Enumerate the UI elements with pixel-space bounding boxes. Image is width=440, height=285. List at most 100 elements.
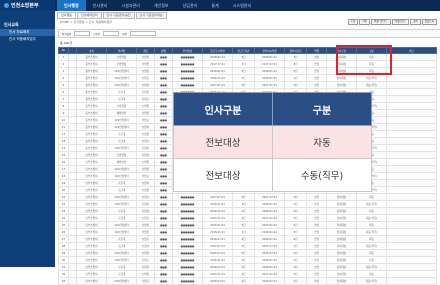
tab-placement[interactable]: 인사배치관리 bbox=[77, 12, 102, 19]
callout-row: 전보대상 수동(직무) bbox=[173, 158, 372, 192]
row-checkbox[interactable] bbox=[68, 102, 77, 110]
table-cell: 구조대 bbox=[106, 130, 137, 138]
table-row[interactable]: 27 남부소방서 구조대 소방교 ●●● ●●●●●● 2016.07.01 4년 2016.0… bbox=[58, 235, 437, 243]
excel-download-button[interactable]: 엑셀다운로드 bbox=[370, 19, 391, 25]
callout-header-category: 구분 bbox=[272, 92, 372, 126]
row-checkbox[interactable] bbox=[68, 193, 77, 201]
row-checkbox[interactable] bbox=[68, 109, 77, 117]
row-checkbox[interactable] bbox=[68, 67, 77, 75]
table-cell: 16 bbox=[58, 158, 69, 166]
record-count: 총 200건 bbox=[60, 41, 73, 45]
table-cell: ●●● bbox=[154, 144, 173, 152]
row-checkbox[interactable] bbox=[68, 256, 77, 264]
table-cell: 24 bbox=[58, 214, 69, 222]
row-checkbox[interactable] bbox=[68, 95, 77, 103]
row-checkbox[interactable] bbox=[68, 228, 77, 236]
row-checkbox[interactable] bbox=[68, 165, 77, 173]
table-cell bbox=[386, 235, 437, 243]
table-row[interactable]: 32 남부소방서 구급대 소방장 ●●● ●●●●●● 2017.01.01 3년 2017.0… bbox=[58, 270, 437, 278]
row-checkbox[interactable] bbox=[68, 137, 77, 145]
bulk-register-button[interactable]: 일괄등록 bbox=[421, 19, 437, 25]
row-checkbox[interactable] bbox=[68, 130, 77, 138]
table-cell: 남부소방서 bbox=[76, 235, 107, 243]
filter-select-order[interactable] bbox=[74, 31, 91, 36]
table-cell: ●●●●●● bbox=[172, 221, 203, 229]
table-row[interactable]: 25 남부소방서 119안전센터 소방사 ●●● ●●●●●● 2015.01.01 5년 20… bbox=[58, 221, 437, 229]
row-checkbox[interactable] bbox=[68, 235, 77, 243]
row-checkbox[interactable] bbox=[68, 172, 77, 180]
table-row[interactable]: 33 남부소방서 119안전센터 소방교 ●●● ●●●●●● 2016.07.01 4년 20… bbox=[58, 277, 437, 285]
row-checkbox[interactable] bbox=[68, 74, 77, 82]
nav-item-counsel[interactable]: 상담관리 bbox=[176, 0, 205, 11]
app-title: 인천소방본부 bbox=[11, 3, 39, 9]
callout-table: 인사구분 구분 전보대상 자동 전보대상 수동(직무) bbox=[173, 92, 372, 192]
table-cell: 남부소방서 bbox=[76, 228, 107, 236]
table-row[interactable]: 29 남부소방서 119안전센터 소방장 ●●● ●●●●●● 2015.07.01 5년 20… bbox=[58, 249, 437, 257]
nav-item-system[interactable]: 시스템관리 bbox=[226, 0, 258, 11]
nav-item-hr-admin[interactable]: 인사행정 bbox=[57, 0, 86, 11]
row-checkbox[interactable] bbox=[68, 81, 77, 89]
highlight-box bbox=[336, 45, 392, 75]
row-checkbox[interactable] bbox=[68, 144, 77, 152]
table-row[interactable]: 31 남부소방서 구조대 소방사 ●●● ●●●●●● 2018.01.01 3년 2018.0… bbox=[58, 263, 437, 271]
table-cell: 소방장 bbox=[136, 270, 155, 278]
table-cell: 26 bbox=[58, 228, 69, 236]
nav-item-stats[interactable]: 통계 bbox=[204, 0, 225, 11]
row-checkbox[interactable] bbox=[68, 116, 77, 124]
filter-select-workplace[interactable] bbox=[103, 31, 120, 36]
tab-criteria[interactable]: 인사 기준관리/승진 bbox=[102, 12, 135, 19]
table-row[interactable]: 30 남부소방서 119안전센터 소방교 ●●● ●●●●●● 2016.01.01 4년 20… bbox=[58, 256, 437, 264]
tab-target[interactable]: 인사 기준관리대상 bbox=[135, 12, 167, 19]
table-cell bbox=[386, 228, 437, 236]
row-checkbox[interactable] bbox=[68, 263, 77, 271]
row-checkbox[interactable] bbox=[68, 123, 77, 131]
row-checkbox[interactable] bbox=[68, 270, 77, 278]
row-checkbox[interactable] bbox=[68, 242, 77, 250]
table-row[interactable]: 21 남부소방서 119안전센터 소방교 ●●● ●●●●●● 2017.07.01 3년 20… bbox=[58, 193, 437, 201]
table-row[interactable]: 22 남부소방서 119안전센터 소방사 ●●● ●●●●●● 2018.01.01 3년 20… bbox=[58, 200, 437, 208]
row-checkbox[interactable] bbox=[68, 207, 77, 215]
app-logo[interactable]: 인천소방본부 bbox=[0, 0, 55, 11]
table-row[interactable]: 24 남부소방서 구급대 소방교 ●●● ●●●●●● 2017.01.01 3년 2017.0… bbox=[58, 214, 437, 222]
table-cell: 2018.01.01 bbox=[254, 67, 285, 75]
save-button[interactable]: 저장 bbox=[359, 19, 370, 25]
print-button[interactable]: 출력 bbox=[410, 19, 421, 25]
sidebar-item-placement[interactable]: 인사 자료배치 bbox=[0, 29, 55, 36]
nav-item-personal[interactable]: 개인정보 bbox=[147, 0, 176, 11]
row-checkbox[interactable] bbox=[68, 200, 77, 208]
table-cell bbox=[386, 123, 437, 131]
table-cell: 2017.01.01 bbox=[254, 81, 285, 89]
row-checkbox[interactable] bbox=[68, 88, 77, 96]
nav-item-facility[interactable]: 시설자관리 bbox=[114, 0, 146, 11]
table-cell: 인사대상 bbox=[326, 193, 357, 201]
excel-upload-button[interactable]: 엑셀업로드 bbox=[391, 19, 410, 25]
tab-hr-info[interactable]: 인사정보 bbox=[57, 12, 77, 19]
row-checkbox[interactable] bbox=[68, 221, 77, 229]
table-cell: ●●● bbox=[154, 151, 173, 159]
table-cell: 인사대상 bbox=[326, 221, 357, 229]
table-row[interactable]: 23 남부소방서 구조대 소방장 ●●● ●●●●●● 2016.01.01 4년 2016.0… bbox=[58, 207, 437, 215]
table-row[interactable]: 28 남부소방서 구급대 소방사 ●●● ●●●●●● 2017.07.01 3년 2017.0… bbox=[58, 242, 437, 250]
table-cell bbox=[386, 256, 437, 264]
row-checkbox[interactable] bbox=[68, 158, 77, 166]
nav-item-hr-manage[interactable]: 인사관리 bbox=[86, 0, 115, 11]
row-checkbox[interactable] bbox=[68, 277, 77, 285]
table-row[interactable]: 5 중부소방서 119안전센터 소방사 ●●● ●●●●●● 2017.01.01 3년 201… bbox=[58, 81, 437, 89]
sidebar-item-transfer[interactable]: 인사 적용배치업무 bbox=[0, 36, 55, 43]
search-input[interactable] bbox=[129, 31, 156, 36]
row-checkbox[interactable] bbox=[68, 186, 77, 194]
table-row[interactable]: 4 중부소방서 119안전센터 소방교 ●●● ●●●●●● 2016.01.01 4년 201… bbox=[58, 74, 437, 82]
table-cell: 남부소방서 bbox=[76, 172, 107, 180]
row-checkbox[interactable] bbox=[68, 53, 77, 61]
row-checkbox[interactable] bbox=[68, 249, 77, 257]
table-cell: ●●●●●● bbox=[172, 235, 203, 243]
row-checkbox[interactable] bbox=[68, 214, 77, 222]
sidebar-section-title: 인사교육 bbox=[4, 22, 19, 27]
search-button[interactable]: 조회 bbox=[347, 19, 359, 25]
table-cell: 119안전센터 bbox=[106, 74, 137, 82]
row-checkbox[interactable] bbox=[68, 60, 77, 68]
row-checkbox[interactable] bbox=[68, 179, 77, 187]
table-row[interactable]: 26 남부소방서 119안전센터 소방장 ●●● ●●●●●● 2018.01.01 3년 20… bbox=[58, 228, 437, 236]
table-cell: 2017.07.01 bbox=[202, 60, 233, 68]
row-checkbox[interactable] bbox=[68, 151, 77, 159]
